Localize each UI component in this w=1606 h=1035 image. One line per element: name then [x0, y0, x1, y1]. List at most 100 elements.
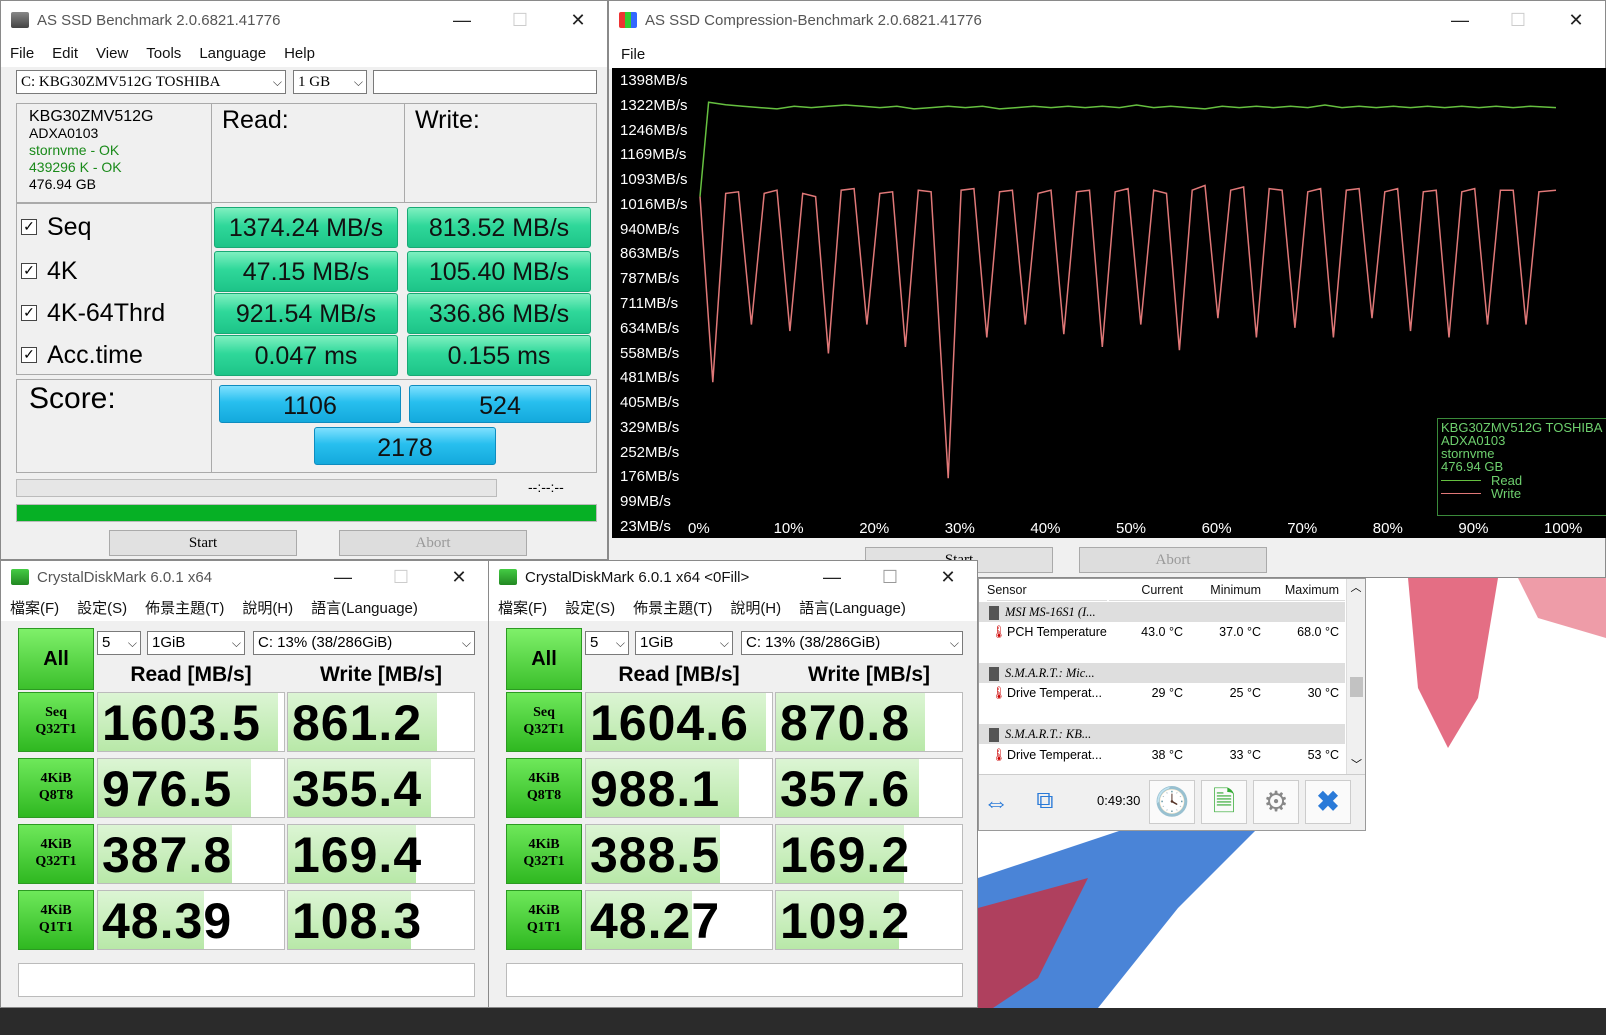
- test-button[interactable]: 4KiB Q8T8: [506, 758, 582, 818]
- legend-read-entry: Read: [1441, 474, 1603, 487]
- col-current[interactable]: Current: [1109, 579, 1189, 601]
- test-button[interactable]: 4KiB Q8T8: [18, 758, 94, 818]
- menu-help[interactable]: Help: [275, 45, 324, 62]
- add-report-icon[interactable]: 🗎: [1201, 780, 1247, 824]
- close-button[interactable]: ✕: [1547, 1, 1605, 39]
- close-button[interactable]: ✕: [549, 1, 607, 39]
- scroll-thumb[interactable]: [1350, 677, 1363, 697]
- test-button[interactable]: Seq Q32T1: [506, 692, 582, 752]
- close-button[interactable]: ✕: [430, 561, 488, 593]
- menu-language[interactable]: 語言(Language): [790, 597, 915, 618]
- as-ssd-titlebar: AS SSD Benchmark 2.0.6821.41776 — ☐ ✕: [1, 1, 607, 39]
- sensor-row[interactable]: 🌡 Drive Temperat... 38 °C 33 °C 53 °C: [979, 744, 1345, 766]
- all-button[interactable]: All: [18, 628, 94, 690]
- switch-arrows-icon[interactable]: ⇔: [983, 787, 1009, 818]
- minimize-button[interactable]: —: [1431, 1, 1489, 39]
- test-button[interactable]: 4KiB Q1T1: [18, 890, 94, 950]
- count-select[interactable]: 5 ⌵: [585, 631, 629, 655]
- minimize-button[interactable]: —: [314, 561, 372, 593]
- scroll-up-icon[interactable]: ︿: [1347, 579, 1365, 597]
- size-select[interactable]: 1 GB ⌵: [293, 70, 367, 94]
- col-maximum[interactable]: Maximum: [1267, 579, 1345, 601]
- size-select[interactable]: 1GiB ⌵: [635, 631, 733, 655]
- close-icon[interactable]: ✖: [1305, 780, 1351, 824]
- size-select-value: 1 GB: [298, 74, 331, 90]
- read-header-cell: Read:: [211, 103, 405, 203]
- read-value: 388.5: [590, 827, 721, 883]
- test-button[interactable]: Seq Q32T1: [18, 692, 94, 752]
- menu-theme[interactable]: 佈景主題(T): [136, 597, 233, 618]
- checkbox-checked-icon[interactable]: ✓: [21, 305, 37, 321]
- as-ssd-window: AS SSD Benchmark 2.0.6821.41776 — ☐ ✕ Fi…: [0, 0, 608, 560]
- write-value: 108.3: [292, 893, 423, 949]
- menu-file[interactable]: 檔案(F): [1, 597, 68, 618]
- minimize-button[interactable]: —: [433, 1, 491, 39]
- sensor-min: 25 °C: [1229, 686, 1261, 700]
- count-select[interactable]: 5 ⌵: [97, 631, 141, 655]
- abort-button[interactable]: Abort: [339, 530, 527, 556]
- write-result: 357.6: [775, 758, 963, 818]
- col-minimum[interactable]: Minimum: [1189, 579, 1267, 601]
- vertical-scrollbar[interactable]: ︿ ﹀: [1346, 579, 1365, 774]
- menu-edit[interactable]: Edit: [43, 45, 87, 62]
- drive-select[interactable]: C: 13% (38/286GiB) ⌵: [253, 631, 475, 655]
- menu-settings[interactable]: 設定(S): [556, 597, 624, 618]
- close-button[interactable]: ✕: [919, 561, 977, 593]
- 4k-row[interactable]: ✓ 4K: [21, 253, 78, 289]
- menu-theme[interactable]: 佈景主題(T): [624, 597, 721, 618]
- menu-file[interactable]: File: [609, 46, 654, 63]
- sensor-group[interactable]: MSI MS-16S1 (I...: [979, 602, 1345, 622]
- all-button[interactable]: All: [506, 628, 582, 690]
- acc-row[interactable]: ✓ Acc.time: [21, 337, 143, 373]
- 4k64-row[interactable]: ✓ 4K-64Thrd: [21, 295, 165, 331]
- sensor-group[interactable]: S.M.A.R.T.: Mic...: [979, 663, 1345, 683]
- size-select[interactable]: 1GiB ⌵: [147, 631, 245, 655]
- checkbox-checked-icon[interactable]: ✓: [21, 263, 37, 279]
- test-label-line1: 4KiB: [528, 771, 560, 786]
- as-ssd-title: AS SSD Benchmark 2.0.6821.41776: [37, 11, 281, 29]
- menu-view[interactable]: View: [87, 45, 137, 62]
- sensor-row[interactable]: 🌡 PCH Temperature 43.0 °C 37.0 °C 68.0 °…: [979, 621, 1345, 643]
- menu-settings[interactable]: 設定(S): [68, 597, 136, 618]
- compression-abort-button[interactable]: Abort: [1079, 547, 1267, 573]
- maximize-button[interactable]: ☐: [372, 561, 430, 593]
- cdm-app-icon: [11, 569, 29, 585]
- drive-select[interactable]: C: 13% (38/286GiB) ⌵: [741, 631, 963, 655]
- count-select-value: 5: [102, 634, 111, 651]
- col-sensor[interactable]: Sensor: [987, 579, 1107, 601]
- 4k-read-value: 47.15 MB/s: [214, 251, 398, 292]
- acc-write-value: 0.155 ms: [407, 335, 591, 376]
- maximize-button[interactable]: ☐: [1489, 1, 1547, 39]
- sensor-row[interactable]: 🌡 Drive Temperat... 29 °C 25 °C 30 °C: [979, 682, 1345, 704]
- minimize-button[interactable]: —: [803, 561, 861, 593]
- menu-language[interactable]: Language: [190, 45, 275, 62]
- menu-file[interactable]: 檔案(F): [489, 597, 556, 618]
- network-icon[interactable]: ⧉: [1023, 780, 1067, 824]
- maximize-button[interactable]: ☐: [491, 1, 549, 39]
- cdm-comment-field[interactable]: [18, 963, 475, 997]
- menu-language[interactable]: 語言(Language): [302, 597, 427, 618]
- write-header-cell: Write:: [404, 103, 597, 203]
- checkbox-checked-icon[interactable]: ✓: [21, 219, 37, 235]
- seq-row[interactable]: ✓ Seq: [21, 209, 91, 245]
- start-button[interactable]: Start: [109, 530, 297, 556]
- clock-icon[interactable]: 🕓: [1149, 780, 1195, 824]
- test-button[interactable]: 4KiB Q1T1: [506, 890, 582, 950]
- cdm-comment-field[interactable]: [506, 963, 963, 997]
- checkbox-checked-icon[interactable]: ✓: [21, 347, 37, 363]
- test-button[interactable]: 4KiB Q32T1: [506, 824, 582, 884]
- acc-label: Acc.time: [47, 340, 143, 369]
- scroll-down-icon[interactable]: ﹀: [1347, 756, 1365, 774]
- menu-help[interactable]: 說明(H): [233, 597, 302, 618]
- gear-icon[interactable]: ⚙: [1253, 780, 1299, 824]
- menu-tools[interactable]: Tools: [137, 45, 190, 62]
- test-button[interactable]: 4KiB Q32T1: [18, 824, 94, 884]
- as-ssd-text-field[interactable]: [373, 70, 597, 94]
- maximize-button[interactable]: ☐: [861, 561, 919, 593]
- menu-file[interactable]: File: [1, 45, 43, 62]
- score-write-value: 524: [409, 385, 591, 423]
- cdm-window-right: CrystalDiskMark 6.0.1 x64 <0Fill> — ☐ ✕ …: [488, 560, 978, 1008]
- drive-select[interactable]: C: KBG30ZMV512G TOSHIBA ⌵: [16, 70, 286, 94]
- menu-help[interactable]: 說明(H): [721, 597, 790, 618]
- sensor-group[interactable]: S.M.A.R.T.: KB...: [979, 724, 1345, 744]
